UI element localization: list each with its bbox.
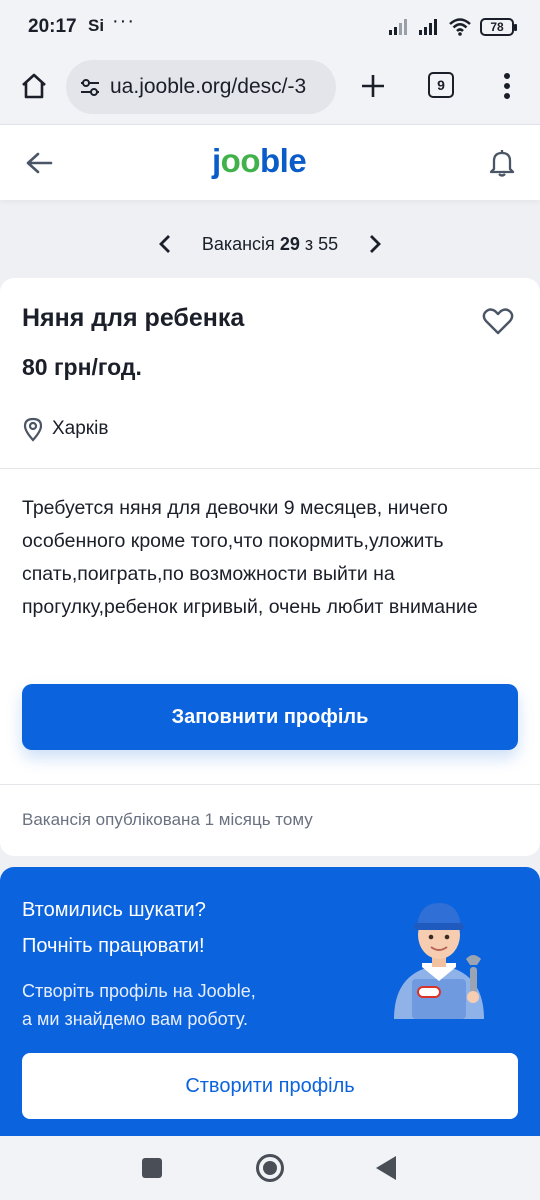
job-title: Няня для ребенка [22, 304, 245, 332]
divider [0, 784, 540, 785]
logo-part: ble [260, 142, 307, 179]
notifications-button[interactable] [484, 145, 520, 181]
carrier-indicator: Si [88, 16, 105, 35]
promo-text-line: а ми знайдемо вам роботу. [22, 1009, 248, 1029]
prev-vacancy-button[interactable] [150, 229, 180, 259]
worker-illustration [394, 903, 484, 1019]
pager-separator: з [304, 233, 314, 254]
logo-part: j [212, 142, 221, 179]
location-pin-icon [23, 417, 43, 442]
browser-home-button[interactable] [14, 66, 54, 106]
battery-level: 78 [490, 20, 504, 34]
home-circle-icon[interactable] [256, 1154, 284, 1182]
signal-icon [419, 19, 437, 35]
create-profile-button[interactable]: Створити профіль [22, 1053, 518, 1119]
pager-current: 29 [279, 233, 300, 254]
save-job-button[interactable] [480, 304, 516, 338]
status-icons: 78 [388, 14, 517, 40]
heart-icon [482, 308, 514, 335]
site-settings-icon[interactable] [78, 75, 102, 99]
divider [0, 468, 540, 469]
pager-text: Вакансія 29 з 55 [192, 234, 348, 255]
create-profile-label: Створити профіль [185, 1074, 355, 1097]
browser-toolbar: ua.jooble.org/desc/-3 9 [0, 52, 540, 124]
system-nav-bar [0, 1136, 540, 1200]
browser-menu-button[interactable] [492, 68, 522, 104]
status-time: 20:17 [28, 16, 77, 37]
home-icon [22, 73, 46, 99]
chevron-right-icon [370, 235, 382, 253]
next-vacancy-button[interactable] [360, 229, 390, 259]
promo-heading: Втомились шукати? [22, 899, 206, 921]
posted-date: Вакансія опублікована 1 місяць тому [22, 810, 313, 829]
site-header: j oo ble [0, 124, 540, 200]
battery-icon: 78 [480, 18, 517, 36]
menu-icon [504, 73, 510, 99]
chevron-left-icon [158, 235, 170, 253]
job-salary: 80 грн/год. [22, 354, 142, 380]
recents-icon[interactable] [142, 1158, 162, 1178]
back-button[interactable] [22, 145, 56, 181]
pager-prefix: Вакансія [201, 233, 275, 254]
jooble-logo[interactable]: j oo ble [212, 139, 332, 183]
job-card: Няня для ребенка 80 грн/год. Харків Треб… [0, 278, 540, 856]
promo-subheading: Почніть працювати! [22, 935, 205, 957]
vacancy-pager: Вакансія 29 з 55 [0, 222, 540, 266]
logo-part: oo [220, 142, 261, 179]
url-text[interactable]: ua.jooble.org/desc/-3 [110, 75, 306, 99]
url-bar[interactable]: ua.jooble.org/desc/-3 [66, 60, 336, 114]
job-location: Харків [22, 416, 108, 442]
new-tab-icon [362, 75, 384, 97]
wifi-icon [449, 18, 471, 36]
fill-profile-button[interactable]: Заповнити профіль [22, 684, 518, 750]
tab-count: 9 [437, 77, 445, 93]
location-text: Харків [52, 418, 109, 439]
signal-icon [389, 19, 407, 35]
job-description: Требуется няня для девочки 9 месяцев, ни… [22, 497, 478, 618]
pager-total: 55 [318, 233, 339, 254]
page: 20:17 Si ··· 78 ua.jooble.org/desc/-3 9 … [0, 0, 540, 1200]
new-tab-button[interactable] [355, 66, 391, 106]
back-triangle-icon[interactable] [376, 1156, 396, 1180]
more-notifications-indicator: ··· [112, 10, 135, 32]
back-arrow-icon [26, 152, 53, 174]
create-profile-promo: Втомились шукати? Почніть працювати! Ств… [0, 867, 540, 1147]
fill-profile-label: Заповнити профіль [171, 705, 369, 728]
tabs-button[interactable]: 9 [428, 72, 454, 98]
status-bar: 20:17 Si ··· 78 [0, 0, 540, 52]
promo-text-line: Створіть профіль на Jooble, [22, 981, 256, 1001]
bell-icon [489, 150, 515, 177]
